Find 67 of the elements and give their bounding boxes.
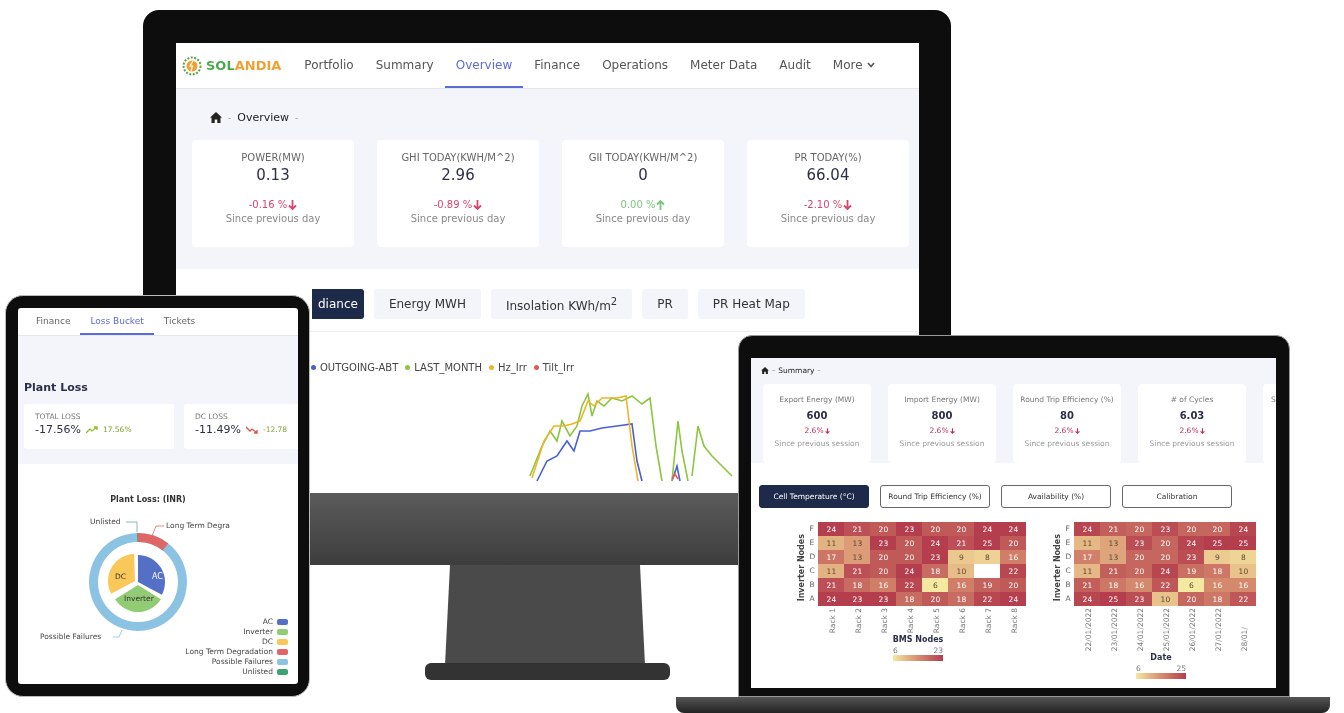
card-value: 800 [931,410,953,421]
down-arrow-icon [1074,427,1080,434]
nav-link[interactable]: Audit [768,43,822,88]
slice-label: AC [152,572,163,581]
card-value: -11.49% [195,423,241,436]
leader-line [112,629,123,638]
legend-label[interactable]: Tilt_Irr [542,362,575,373]
chart-title: Plant Loss: (INR) [110,495,186,504]
card-value: 6.03 [1179,410,1205,421]
leader-line [151,525,165,537]
home-icon[interactable] [761,366,769,374]
kpi-change: -2.10 % [803,199,843,210]
breadcrumb-separator: - [772,365,776,375]
kpi-change: -0.16 % [248,199,288,210]
kpi-title: GHI TODAY(KWH/M^2) [401,152,515,163]
breadcrumb-current: Overview [237,111,290,124]
kpi-title: POWER(MW) [241,152,305,163]
color-scale-bar [1136,673,1186,680]
chart-tab[interactable]: diance [312,289,364,319]
kpi-value: 0.13 [256,166,290,184]
section-title: Plant Loss [24,381,89,394]
nav-link[interactable]: Portfolio [293,43,365,88]
chart-tab[interactable]: Energy MWH [373,289,481,319]
kpi-change: 0.00 % [620,199,656,210]
nav-link[interactable]: Overview [444,43,524,88]
leader-line [125,521,138,533]
logo-text: SOLANDIA [206,58,282,73]
down-arrow-icon [949,427,955,434]
chart-tab[interactable]: PR Heat Map [697,289,805,319]
axis-title: Inverter Nodes [1053,534,1062,602]
kpi-note: Since previous day [780,213,876,224]
caret-icon [866,61,875,68]
tab[interactable]: Tickets [153,308,206,335]
chart-tab[interactable]: PR [642,289,688,319]
card-value: 80 [1060,410,1074,421]
kpi-value: 0 [638,166,648,184]
kpi-note: Since previous day [410,213,506,224]
kpi-note: Since previous day [225,213,321,224]
legend-label[interactable]: OUTGOING-ABT [320,362,399,373]
nav-link[interactable]: Finance [523,43,592,88]
breadcrumb-separator: - [228,112,232,123]
legend-label[interactable]: Hz_Irr [498,362,527,373]
down-arrow-icon [824,427,830,434]
breadcrumb-separator: - [817,365,821,375]
color-scale-bar [893,655,943,662]
tab[interactable]: Finance [26,308,81,335]
card-value: -17.56% [35,423,81,436]
kpi-note: Since previous day [595,213,691,224]
nav-link[interactable]: Operations [591,43,680,88]
axis-title: Date [1150,653,1172,663]
nav-link[interactable]: More [821,43,886,88]
legend-label[interactable]: LAST_MONTH [414,362,482,373]
axis-title: BMS Nodes [892,635,944,645]
kpi-change: -0.89 % [433,199,473,210]
nav-link[interactable]: Summary [364,43,445,88]
breadcrumb-separator: - [295,112,299,123]
kpi-title: PR TODAY(%) [794,152,862,163]
nav-link[interactable]: Meter Data [679,43,769,88]
kpi-value: 2.96 [441,166,475,184]
card-value: 600 [806,410,828,421]
down-arrow-icon [1199,427,1205,434]
kpi-title: GII TODAY(KWH/M^2) [588,152,698,163]
kpi-value: 66.04 [806,166,850,184]
home-icon[interactable] [210,112,222,123]
axis-title: Inverter Nodes [797,534,806,602]
sun-logo-icon [182,55,202,76]
chart-tab[interactable]: Insolation KWh/m$^{2}$ [490,289,633,319]
